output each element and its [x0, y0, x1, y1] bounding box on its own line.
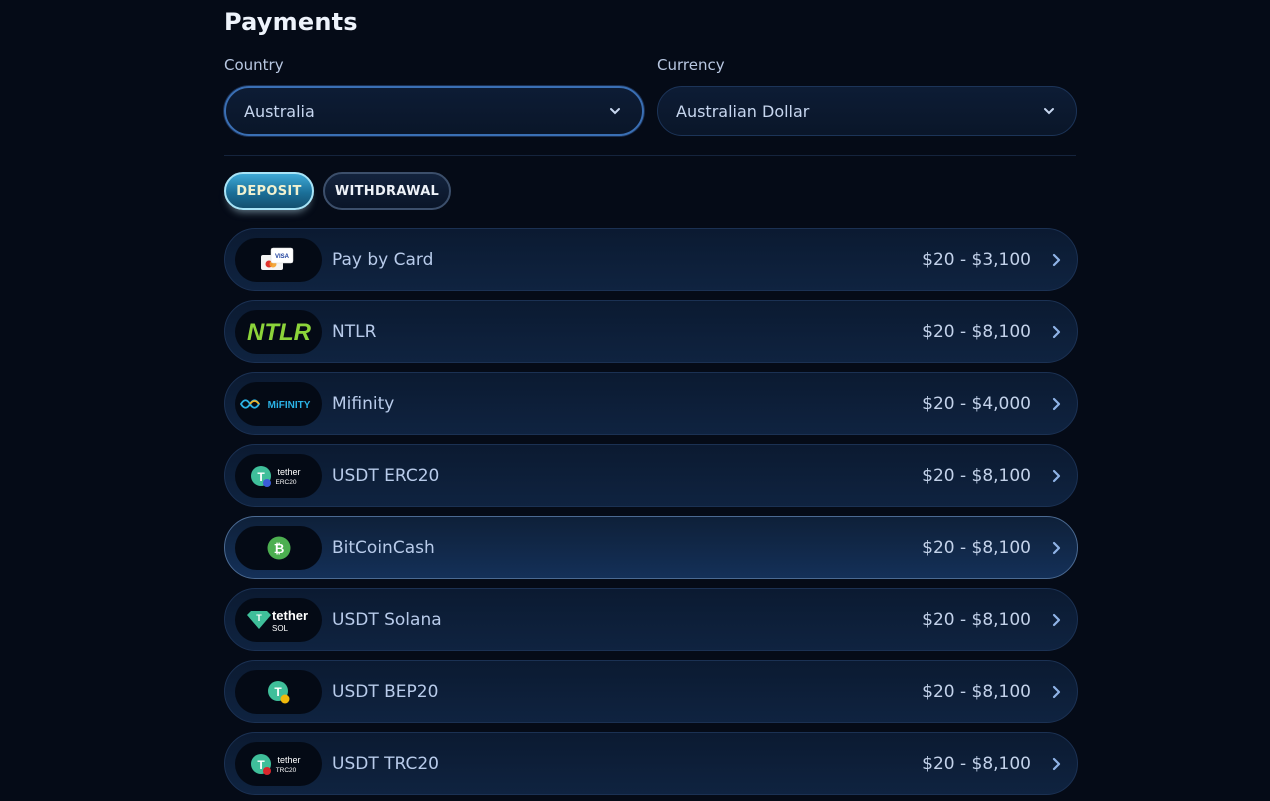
chevron-down-icon: [610, 108, 620, 115]
payment-method-row[interactable]: NTLR NTLR $20 - $8,100: [224, 300, 1078, 363]
bitcoincash-icon: ₿: [235, 525, 322, 570]
chevron-right-icon: [1052, 541, 1061, 554]
payment-method-row[interactable]: T tether ERC20 USDT ERC20 $20 - $8,100: [224, 444, 1078, 507]
payment-method-row[interactable]: ₿ BitCoinCash $20 - $8,100: [224, 516, 1078, 579]
country-select[interactable]: Australia: [224, 86, 644, 136]
method-range: $20 - $8,100: [922, 537, 1031, 558]
method-name: USDT Solana: [332, 609, 442, 630]
chevron-down-icon: [1044, 108, 1054, 115]
chevron-right-icon: [1052, 757, 1061, 770]
tether-text: tether: [277, 467, 300, 477]
chevron-right-icon: [1052, 397, 1061, 410]
chevron-right-icon: [1052, 325, 1061, 338]
tether-sol-logo: T tether SOL: [235, 597, 322, 642]
ntlr-logo: NTLR: [235, 309, 322, 354]
tether-text: tether: [277, 755, 300, 765]
method-range: $20 - $8,100: [922, 753, 1031, 774]
method-name: Pay by Card: [332, 249, 434, 270]
divider: [224, 155, 1076, 156]
method-range: $20 - $3,100: [922, 249, 1031, 270]
ntlr-text: NTLR: [247, 319, 312, 346]
tab-deposit[interactable]: DEPOSIT: [224, 172, 314, 210]
method-name: USDT BEP20: [332, 681, 439, 702]
page-title: Payments: [224, 8, 358, 36]
method-name: USDT ERC20: [332, 465, 440, 486]
payment-method-row[interactable]: MiFINITY Mifinity $20 - $4,000: [224, 372, 1078, 435]
payment-method-row[interactable]: T tether TRC20 USDT TRC20 $20 - $8,100: [224, 732, 1078, 795]
currency-select[interactable]: Australian Dollar: [657, 86, 1077, 136]
country-label: Country: [224, 56, 284, 74]
method-name: BitCoinCash: [332, 537, 435, 558]
chevron-right-icon: [1052, 613, 1061, 626]
country-value: Australia: [244, 101, 315, 121]
method-name: NTLR: [332, 321, 377, 342]
chevron-right-icon: [1052, 685, 1061, 698]
network-text: TRC20: [275, 767, 296, 774]
method-range: $20 - $8,100: [922, 465, 1031, 486]
currency-label: Currency: [657, 56, 725, 74]
svg-text:T: T: [256, 613, 262, 623]
network-text: ERC20: [275, 479, 296, 486]
method-range: $20 - $8,100: [922, 609, 1031, 630]
tether-bep20-icon: T: [235, 669, 322, 714]
mifinity-text: MiFINITY: [267, 400, 310, 411]
payment-method-row[interactable]: T tether SOL USDT Solana $20 - $8,100: [224, 588, 1078, 651]
chevron-right-icon: [1052, 469, 1061, 482]
payment-method-row[interactable]: T USDT BEP20 $20 - $8,100: [224, 660, 1078, 723]
method-name: Mifinity: [332, 393, 395, 414]
tether-erc20-logo: T tether ERC20: [235, 453, 322, 498]
svg-text:₿: ₿: [273, 542, 284, 557]
currency-value: Australian Dollar: [676, 101, 810, 121]
visa-card-icon: VISA: [235, 237, 322, 282]
method-range: $20 - $8,100: [922, 681, 1031, 702]
method-range: $20 - $4,000: [922, 393, 1031, 414]
tether-text: tether: [271, 608, 307, 623]
visa-text: VISA: [274, 254, 289, 260]
chevron-right-icon: [1052, 253, 1061, 266]
tether-trc20-logo: T tether TRC20: [235, 741, 322, 786]
method-name: USDT TRC20: [332, 753, 439, 774]
mifinity-logo: MiFINITY: [235, 381, 322, 426]
method-range: $20 - $8,100: [922, 321, 1031, 342]
tab-withdrawal[interactable]: WITHDRAWAL: [323, 172, 451, 210]
network-text: SOL: [271, 624, 288, 633]
payment-method-row[interactable]: VISA Pay by Card $20 - $3,100: [224, 228, 1078, 291]
